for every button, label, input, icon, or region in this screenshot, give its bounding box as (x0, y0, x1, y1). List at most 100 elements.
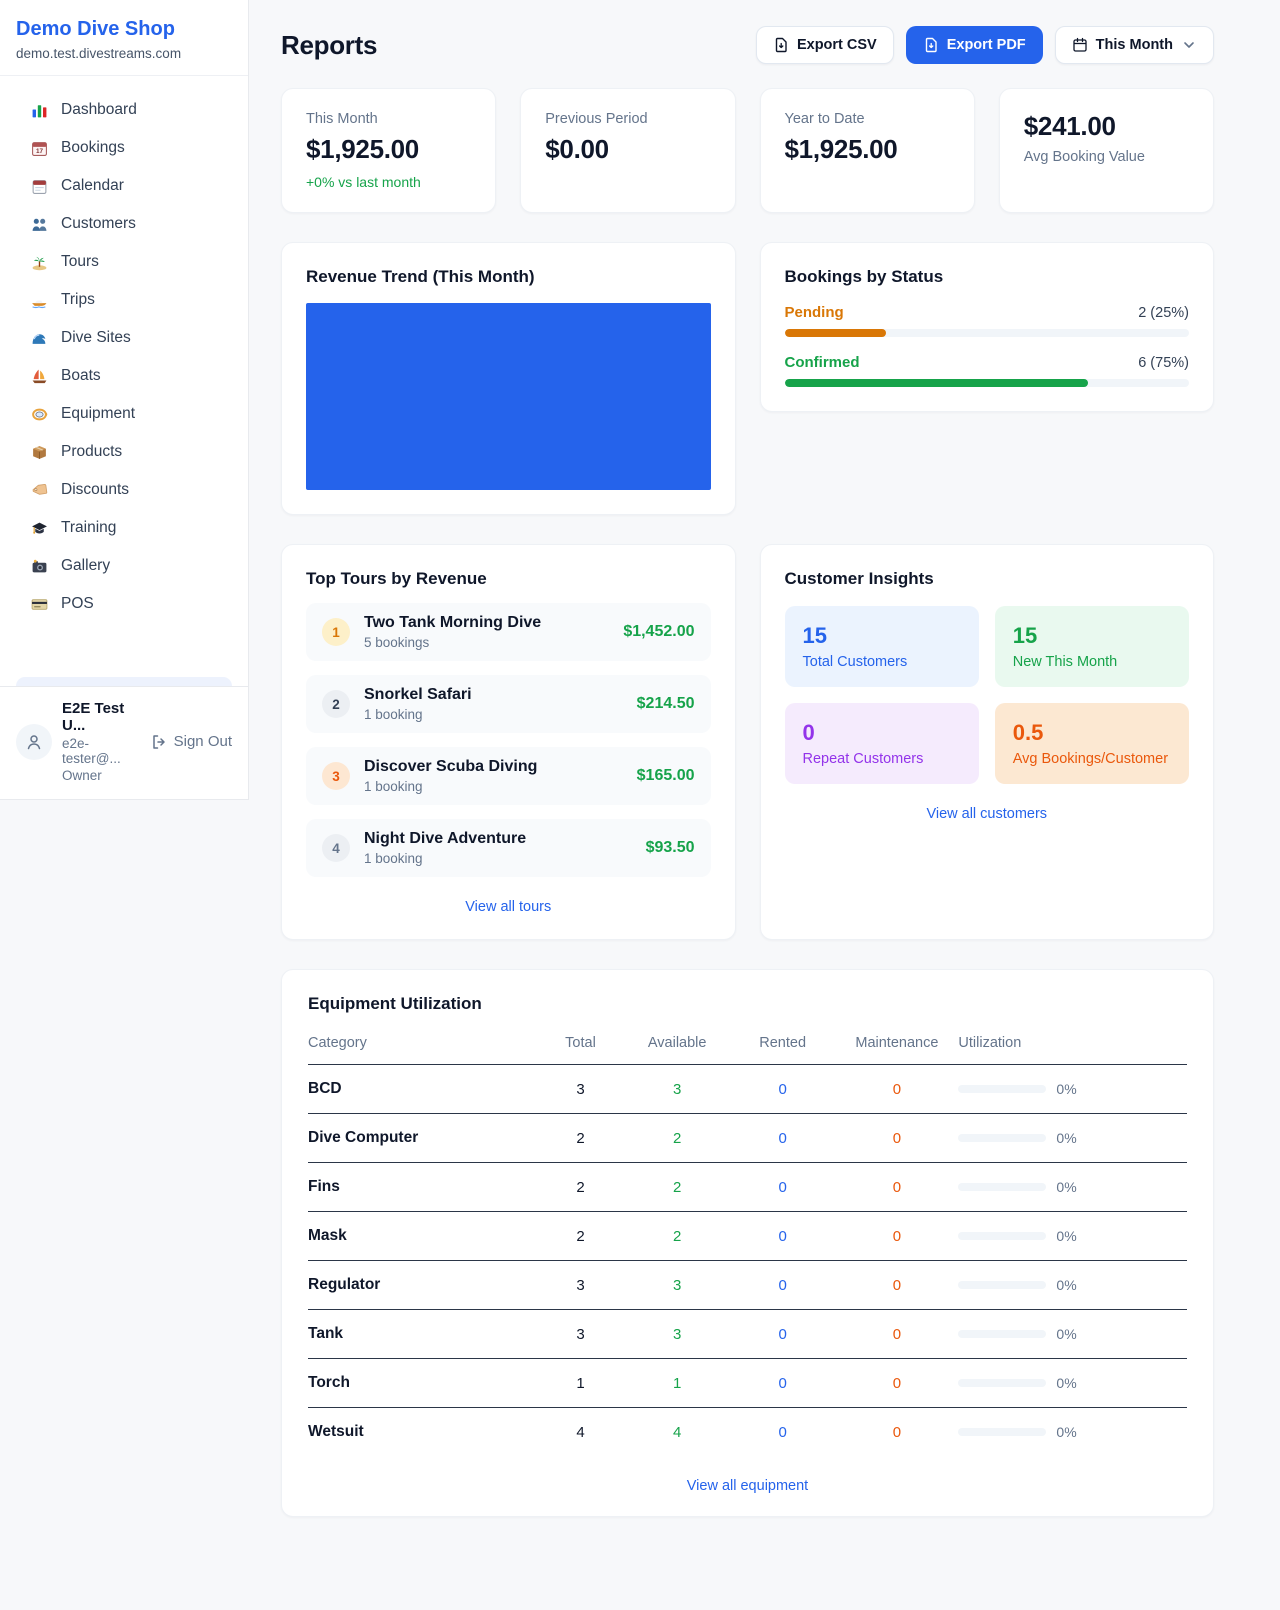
status-bar-track (785, 379, 1190, 387)
tour-bookings: 1 booking (364, 707, 623, 722)
stat-value: $0.00 (545, 134, 710, 165)
utilization-cell: 0% (958, 1375, 1187, 1391)
customer-insights-card: Customer Insights 15 Total Customers 15 … (760, 544, 1215, 940)
table-row: Mask 2 2 0 0 0% (308, 1212, 1187, 1261)
top-tours-card: Top Tours by Revenue 1 Two Tank Morning … (281, 544, 736, 940)
sign-out-button[interactable]: Sign Out (151, 733, 232, 750)
sidebar-item-label: Gallery (61, 557, 110, 575)
cell-maintenance: 0 (835, 1114, 958, 1163)
sidebar-nav: Dashboard 17 Bookings Calendar Customers… (0, 76, 248, 686)
sidebar-item-customers[interactable]: Customers (16, 205, 232, 243)
stat-card-avg-booking-value: $241.00 Avg Booking Value (999, 88, 1214, 213)
view-all-tours-link[interactable]: View all tours (306, 899, 711, 915)
sidebar-item-trips[interactable]: Trips (16, 281, 232, 319)
file-download-icon (773, 37, 789, 53)
cell-available: 3 (624, 1261, 729, 1310)
tile-value: 15 (803, 623, 961, 649)
tile-label: New This Month (1013, 654, 1171, 670)
sidebar-item-discounts[interactable]: Discounts (16, 471, 232, 509)
cell-category: Dive Computer (308, 1114, 537, 1163)
table-header-row: Category Total Available Rented Maintena… (308, 1029, 1187, 1065)
cell-category: Tank (308, 1310, 537, 1359)
stat-card-year-to-date: Year to Date $1,925.00 (760, 88, 975, 213)
sidebar-item-gallery[interactable]: Gallery (16, 547, 232, 585)
list-item: 2 Snorkel Safari 1 booking $214.50 (306, 675, 711, 733)
insights-row: Top Tours by Revenue 1 Two Tank Morning … (281, 544, 1214, 940)
status-bar-track (785, 329, 1190, 337)
col-header-total: Total (537, 1029, 625, 1065)
cell-available: 4 (624, 1408, 729, 1457)
sidebar-item-equipment[interactable]: Equipment (16, 395, 232, 433)
cell-maintenance: 0 (835, 1212, 958, 1261)
utilization-cell: 0% (958, 1326, 1187, 1342)
revenue-trend-title: Revenue Trend (This Month) (306, 267, 711, 287)
sidebar-item-training[interactable]: Training (16, 509, 232, 547)
sidebar-item-dive-sites[interactable]: Dive Sites (16, 319, 232, 357)
export-pdf-button[interactable]: Export PDF (906, 26, 1043, 64)
sidebar-item-pos[interactable]: POS (16, 585, 232, 623)
tour-revenue: $93.50 (646, 839, 695, 857)
sign-out-icon (151, 734, 167, 750)
tour-name: Night Dive Adventure (364, 830, 632, 848)
cell-maintenance: 0 (835, 1359, 958, 1408)
status-count: 6 (75%) (1138, 355, 1189, 371)
sidebar-item-label: Tours (61, 253, 99, 271)
col-header-utilization: Utilization (958, 1029, 1187, 1065)
rank-badge: 2 (322, 690, 350, 718)
cell-total: 2 (537, 1212, 625, 1261)
table-row: Torch 1 1 0 0 0% (308, 1359, 1187, 1408)
stat-card-previous-period: Previous Period $0.00 (520, 88, 735, 213)
period-label: This Month (1096, 37, 1173, 53)
sidebar-item-calendar[interactable]: Calendar (16, 167, 232, 205)
package-icon (30, 443, 48, 461)
utilization-bar (958, 1281, 1046, 1289)
tour-revenue: $214.50 (637, 695, 695, 713)
sidebar-item-label: Boats (61, 367, 101, 385)
cell-category: Torch (308, 1359, 537, 1408)
sidebar-item-label: Discounts (61, 481, 129, 499)
sidebar-item-dashboard[interactable]: Dashboard (16, 91, 232, 129)
dive-mask-icon (30, 405, 48, 423)
chevron-down-icon (1181, 37, 1197, 53)
stat-value: $1,925.00 (785, 134, 950, 165)
cell-maintenance: 0 (835, 1065, 958, 1114)
stats-grid: This Month $1,925.00 +0% vs last month P… (281, 88, 1214, 213)
table-row: BCD 3 3 0 0 0% (308, 1065, 1187, 1114)
rank-badge: 4 (322, 834, 350, 862)
sidebar-item-label: Customers (61, 215, 136, 233)
view-all-equipment-link[interactable]: View all equipment (308, 1478, 1187, 1494)
tour-name: Two Tank Morning Dive (364, 614, 609, 632)
person-icon (24, 732, 44, 752)
utilization-percent: 0% (1056, 1179, 1076, 1195)
view-all-customers-link[interactable]: View all customers (785, 806, 1190, 822)
cell-total: 2 (537, 1163, 625, 1212)
wave-icon (30, 329, 48, 347)
main-content: Reports Export CSV Export PDF This Month… (249, 0, 1280, 1577)
cell-total: 3 (537, 1261, 625, 1310)
cell-total: 4 (537, 1408, 625, 1457)
utilization-bar (958, 1232, 1046, 1240)
export-pdf-label: Export PDF (947, 37, 1026, 53)
cell-maintenance: 0 (835, 1408, 958, 1457)
sidebar-item-label: Training (61, 519, 116, 537)
island-icon (30, 253, 48, 271)
status-bar-fill (785, 329, 886, 337)
cell-rented: 0 (730, 1212, 835, 1261)
tour-bookings: 1 booking (364, 851, 632, 866)
sidebar-item-bookings[interactable]: 17 Bookings (16, 129, 232, 167)
sidebar-item-tours[interactable]: Tours (16, 243, 232, 281)
tile-label: Repeat Customers (803, 751, 961, 767)
sidebar-item-reports-partial[interactable] (16, 677, 232, 686)
export-csv-button[interactable]: Export CSV (756, 26, 894, 64)
sidebar-item-boats[interactable]: Boats (16, 357, 232, 395)
cell-available: 3 (624, 1310, 729, 1359)
user-info: E2E Test U... e2e-tester@... Owner (62, 700, 141, 783)
cell-maintenance: 0 (835, 1310, 958, 1359)
sidebar-item-label: Bookings (61, 139, 125, 157)
cell-category: Fins (308, 1163, 537, 1212)
sidebar-item-products[interactable]: Products (16, 433, 232, 471)
cell-rented: 0 (730, 1261, 835, 1310)
cell-total: 3 (537, 1310, 625, 1359)
period-selector[interactable]: This Month (1055, 26, 1214, 64)
status-bar-fill (785, 379, 1088, 387)
